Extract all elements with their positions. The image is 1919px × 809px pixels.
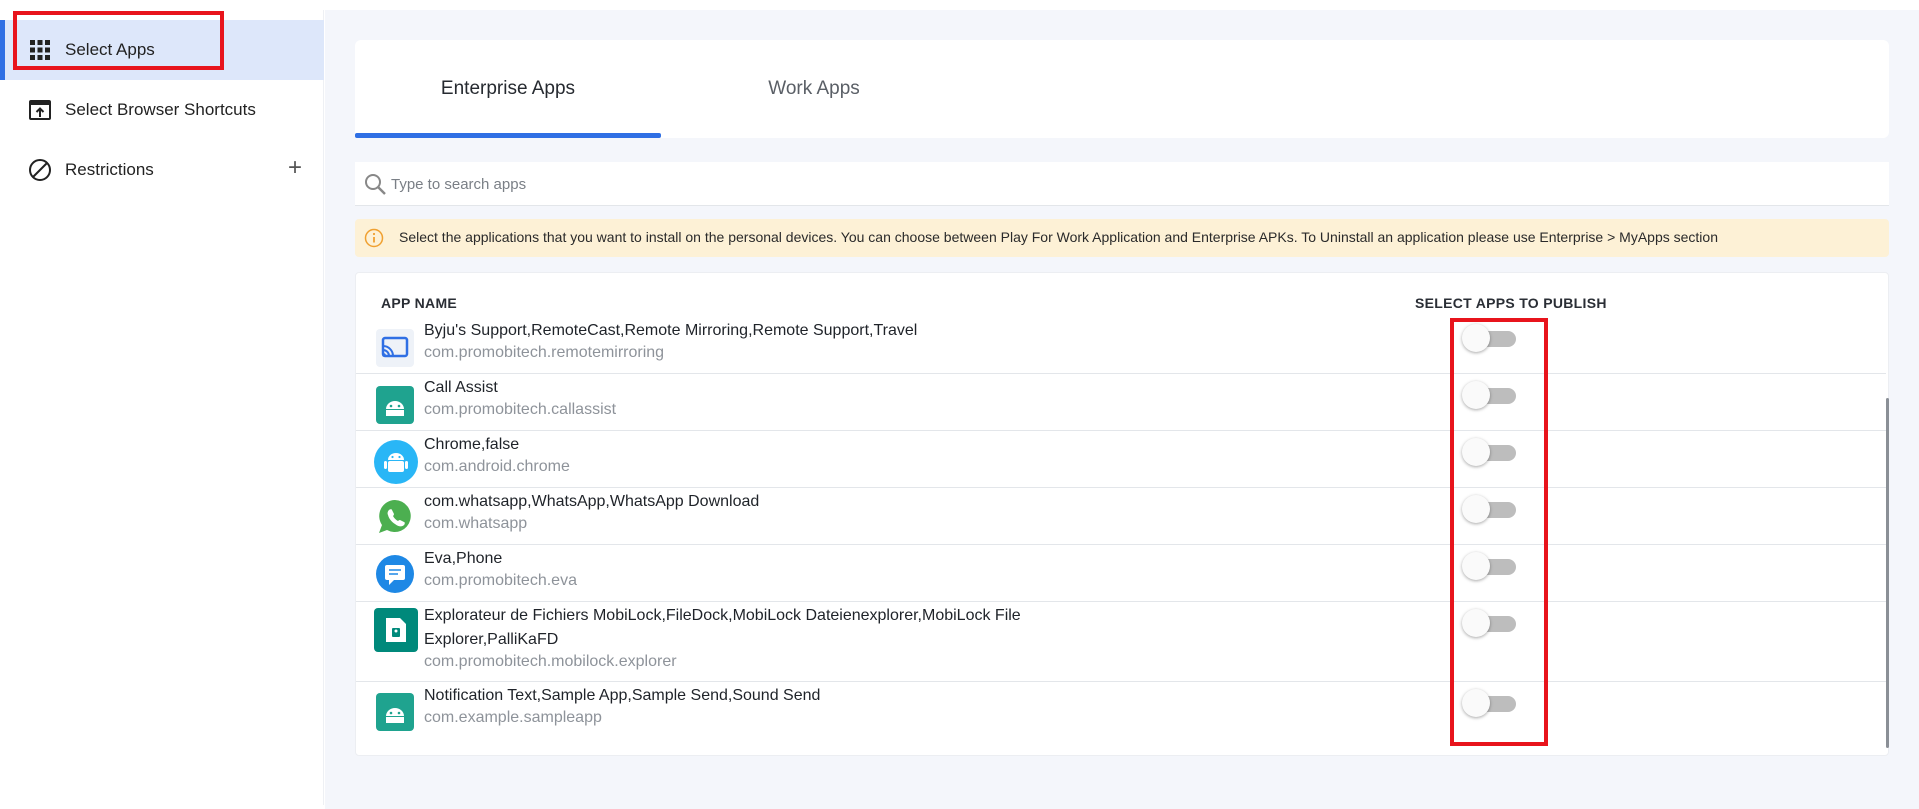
app-name: Call Assist [424,379,498,396]
app-package: com.promobitech.mobilock.explorer [424,653,677,670]
table-row: Explorateur de Fichiers MobiLock,FileDoc… [356,602,1886,682]
table-row: Byju's Support,RemoteCast,Remote Mirrori… [356,317,1886,374]
publish-toggle[interactable] [1462,323,1516,353]
table-row: Call Assist com.promobitech.callassist [356,374,1886,431]
table-row: com.whatsapp,WhatsApp,WhatsApp Download … [356,488,1886,545]
tabs-bar: Enterprise Apps Work Apps [355,40,1889,138]
android-robot-icon [374,440,418,484]
info-text: Select the applications that you want to… [399,229,1718,245]
app-package: com.example.sampleapp [424,709,602,726]
block-icon [29,159,51,181]
cast-icon [376,329,414,367]
top-strip [0,0,1919,10]
app-package: com.promobitech.eva [424,572,577,589]
sidebar-item-label: Select Apps [65,40,155,59]
table-row: Eva,Phone com.promobitech.eva [356,545,1886,602]
app-package: com.whatsapp [424,515,528,532]
app-package: com.android.chrome [424,458,570,475]
sidebar-item-label: Select Browser Shortcuts [65,100,256,119]
publish-toggle[interactable] [1462,608,1516,638]
app-package: com.promobitech.remotemirroring [424,344,665,361]
tab-work-apps[interactable]: Work Apps [661,40,967,138]
tab-enterprise-apps[interactable]: Enterprise Apps [355,40,661,138]
table-row: Notification Text,Sample App,Sample Send… [356,682,1886,742]
sidebar: Select Apps Select Browser Shortcuts Res… [0,10,324,805]
browser-shortcut-icon [29,100,51,120]
android-icon [376,693,414,731]
app-name-continued: Explorer,PalliKaFD [424,631,559,648]
info-icon [364,228,384,248]
publish-toggle[interactable] [1462,380,1516,410]
publish-toggle[interactable] [1462,437,1516,467]
file-explorer-icon [374,608,418,652]
active-tab-indicator [355,133,661,138]
publish-toggle[interactable] [1462,494,1516,524]
search-bar [355,162,1889,206]
expand-plus-icon[interactable]: + [288,156,302,180]
sidebar-item-select-browser-shortcuts[interactable]: Select Browser Shortcuts [0,80,324,140]
app-name: Chrome,false [424,436,520,453]
app-name: Explorateur de Fichiers MobiLock,FileDoc… [424,607,1021,624]
app-name: com.whatsapp,WhatsApp,WhatsApp Download [424,493,760,510]
android-icon [376,386,414,424]
search-icon [365,174,386,195]
scrollbar[interactable] [1886,398,1889,748]
publish-toggle[interactable] [1462,551,1516,581]
app-package: com.promobitech.callassist [424,401,617,418]
column-header-select-apps-to-publish: SELECT APPS TO PUBLISH [1415,295,1607,311]
column-header-app-name: APP NAME [381,295,458,311]
sidebar-item-select-apps[interactable]: Select Apps [0,20,324,80]
main-content: Enterprise Apps Work Apps Select the app… [325,10,1919,809]
apps-table: APP NAME SELECT APPS TO PUBLISH Byju's S… [355,272,1889,756]
table-row: Chrome,false com.android.chrome [356,431,1886,488]
info-banner: Select the applications that you want to… [355,219,1889,257]
sidebar-item-label: Restrictions [65,160,154,179]
app-name: Eva,Phone [424,550,503,567]
search-input[interactable] [391,169,1871,199]
publish-toggle[interactable] [1462,688,1516,718]
app-name: Notification Text,Sample App,Sample Send… [424,687,821,704]
app-name: Byju's Support,RemoteCast,Remote Mirrori… [424,322,918,339]
chat-icon [376,555,414,593]
whatsapp-icon [376,497,414,535]
sidebar-item-restrictions[interactable]: Restrictions + [0,140,324,200]
grid-icon [30,40,50,60]
